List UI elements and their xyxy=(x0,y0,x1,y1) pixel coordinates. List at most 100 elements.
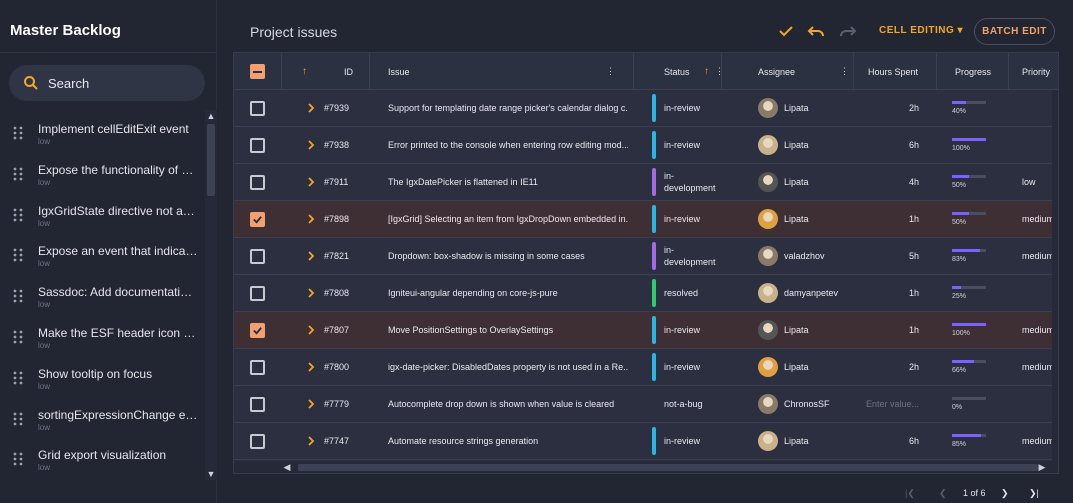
column-menu-icon[interactable]: ⋮ xyxy=(840,66,849,77)
cell-assignee[interactable]: Lipata xyxy=(758,423,854,459)
table-row[interactable]: #7800 igx-date-picker: DisabledDates prop… xyxy=(234,349,1058,386)
table-row[interactable]: #7821 Dropdown: box-shadow is missing in … xyxy=(234,238,1058,275)
undo-icon[interactable] xyxy=(807,22,825,40)
cell-hours[interactable]: 1h xyxy=(854,275,919,311)
cell-assignee[interactable]: Lipata xyxy=(758,349,854,385)
cell-assignee[interactable]: ChronosSF xyxy=(758,386,854,422)
drag-handle-icon[interactable] xyxy=(13,289,23,303)
cell-status[interactable]: in-review xyxy=(652,127,722,163)
expand-chevron-icon[interactable] xyxy=(306,176,316,188)
sidebar-scrollbar[interactable]: ▲ ▼ xyxy=(205,110,217,480)
drag-handle-icon[interactable] xyxy=(13,452,23,466)
header-status[interactable]: Status ↑ ⋮ xyxy=(634,53,724,90)
cell-hours[interactable]: Enter value... xyxy=(854,386,919,422)
cell-assignee[interactable]: Lipata xyxy=(758,127,854,163)
cell-status[interactable]: in-review xyxy=(652,201,722,237)
row-select-checkbox[interactable] xyxy=(250,286,265,301)
expand-chevron-icon[interactable] xyxy=(306,102,316,114)
scroll-left-icon[interactable]: ◀ xyxy=(282,462,292,473)
cell-issue[interactable]: Autocomplete drop down is shown when val… xyxy=(388,386,628,422)
cell-status[interactable]: not-a-bug xyxy=(652,386,722,422)
grid-horizontal-scrollbar[interactable]: ◀ ▶ xyxy=(234,461,1058,473)
cell-issue[interactable]: Error printed to the console when enteri… xyxy=(388,127,628,163)
drag-handle-icon[interactable] xyxy=(13,412,23,426)
scroll-right-icon[interactable]: ▶ xyxy=(1037,462,1047,473)
row-select-checkbox[interactable] xyxy=(250,175,265,190)
cell-hours[interactable]: 1h xyxy=(854,201,919,237)
row-select-checkbox[interactable] xyxy=(250,138,265,153)
table-row[interactable]: #7898 [IgxGrid] Selecting an item from Ig… xyxy=(234,201,1058,238)
row-select-checkbox[interactable] xyxy=(250,397,265,412)
cell-issue[interactable]: Igniteui-angular depending on core-js-pu… xyxy=(388,275,628,311)
cell-status[interactable]: in-review xyxy=(652,90,722,126)
grid-vertical-scrollbar[interactable] xyxy=(1052,90,1058,461)
scroll-up-icon[interactable]: ▲ xyxy=(206,111,216,121)
cell-id[interactable]: #7779 xyxy=(324,386,364,422)
list-item[interactable]: IgxGridState directive not abl... low xyxy=(0,192,205,233)
list-item[interactable]: Expose an event that indicate... low xyxy=(0,232,205,273)
row-select-checkbox[interactable] xyxy=(250,360,265,375)
expand-chevron-icon[interactable] xyxy=(306,287,316,299)
cell-hours[interactable]: 1h xyxy=(854,312,919,348)
cell-issue[interactable]: Dropdown: box-shadow is missing in some … xyxy=(388,238,628,274)
table-row[interactable]: #7779 Autocomplete drop down is shown whe… xyxy=(234,386,1058,423)
cell-id[interactable]: #7800 xyxy=(324,349,364,385)
cell-hours[interactable]: 2h xyxy=(854,349,919,385)
table-row[interactable]: #7938 Error printed to the console when e… xyxy=(234,127,1058,164)
expand-chevron-icon[interactable] xyxy=(306,398,316,410)
cell-progress[interactable]: 66% xyxy=(952,349,1002,385)
cell-progress[interactable]: 100% xyxy=(952,312,1002,348)
cell-assignee[interactable]: Lipata xyxy=(758,312,854,348)
cell-issue[interactable]: Support for templating date range picker… xyxy=(388,90,628,126)
drag-handle-icon[interactable] xyxy=(13,248,23,262)
cell-progress[interactable]: 50% xyxy=(952,201,1002,237)
drag-handle-icon[interactable] xyxy=(13,167,23,181)
cell-id[interactable]: #7898 xyxy=(324,201,364,237)
table-row[interactable]: #7747 Automate resource strings generatio… xyxy=(234,423,1058,460)
next-page-icon[interactable]: ❯ xyxy=(1001,488,1009,499)
cell-assignee[interactable]: damyanpetev xyxy=(758,275,854,311)
cell-issue[interactable]: Automate resource strings generation xyxy=(388,423,628,459)
table-row[interactable]: #7808 Igniteui-angular depending on core-… xyxy=(234,275,1058,312)
prev-page-icon[interactable]: ❮ xyxy=(939,488,947,499)
cell-hours[interactable]: 5h xyxy=(854,238,919,274)
header-assignee[interactable]: Assignee ⋮ xyxy=(722,53,854,90)
cell-status[interactable]: in-review xyxy=(652,423,722,459)
header-priority[interactable]: Priority xyxy=(1009,53,1058,90)
header-issue[interactable]: Issue ⋮ xyxy=(370,53,634,90)
list-item[interactable]: Show tooltip on focus low xyxy=(0,355,205,396)
cell-progress[interactable]: 40% xyxy=(952,90,1002,126)
cell-id[interactable]: #7821 xyxy=(324,238,364,274)
row-select-checkbox[interactable] xyxy=(250,212,265,227)
drag-handle-icon[interactable] xyxy=(13,208,23,222)
list-item[interactable]: Implement cellEditExit event low xyxy=(0,110,205,151)
list-item[interactable]: sortingExpressionChange eve... low xyxy=(0,396,205,437)
scroll-down-icon[interactable]: ▼ xyxy=(206,469,216,479)
scroll-thumb[interactable] xyxy=(298,464,1038,471)
row-select-checkbox[interactable] xyxy=(250,434,265,449)
cell-issue[interactable]: Move PositionSettings to OverlaySettings xyxy=(388,312,628,348)
cell-progress[interactable]: 50% xyxy=(952,164,1002,200)
drag-handle-icon[interactable] xyxy=(13,126,23,140)
drag-handle-icon[interactable] xyxy=(13,371,23,385)
cell-assignee[interactable]: valadzhov xyxy=(758,238,854,274)
expand-chevron-icon[interactable] xyxy=(306,213,316,225)
table-row[interactable]: #7807 Move PositionSettings to OverlaySet… xyxy=(234,312,1058,349)
list-item[interactable]: Make the ESF header icon te... low xyxy=(0,314,205,355)
sort-up-icon[interactable]: ↑ xyxy=(302,66,307,77)
expand-chevron-icon[interactable] xyxy=(306,324,316,336)
cell-hours[interactable]: 6h xyxy=(854,423,919,459)
header-hours[interactable]: Hours Spent xyxy=(854,53,937,90)
cell-progress[interactable]: 83% xyxy=(952,238,1002,274)
cell-id[interactable]: #7808 xyxy=(324,275,364,311)
cell-assignee[interactable]: Lipata xyxy=(758,164,854,200)
list-item[interactable]: Expose the functionality of pri... low xyxy=(0,151,205,192)
expand-chevron-icon[interactable] xyxy=(306,139,316,151)
table-row[interactable]: #7939 Support for templating date range p… xyxy=(234,90,1058,127)
cell-id[interactable]: #7911 xyxy=(324,164,364,200)
cell-id[interactable]: #7807 xyxy=(324,312,364,348)
row-select-checkbox[interactable] xyxy=(250,323,265,338)
select-all-checkbox[interactable] xyxy=(250,64,265,79)
expand-chevron-icon[interactable] xyxy=(306,361,316,373)
cell-assignee[interactable]: Lipata xyxy=(758,90,854,126)
